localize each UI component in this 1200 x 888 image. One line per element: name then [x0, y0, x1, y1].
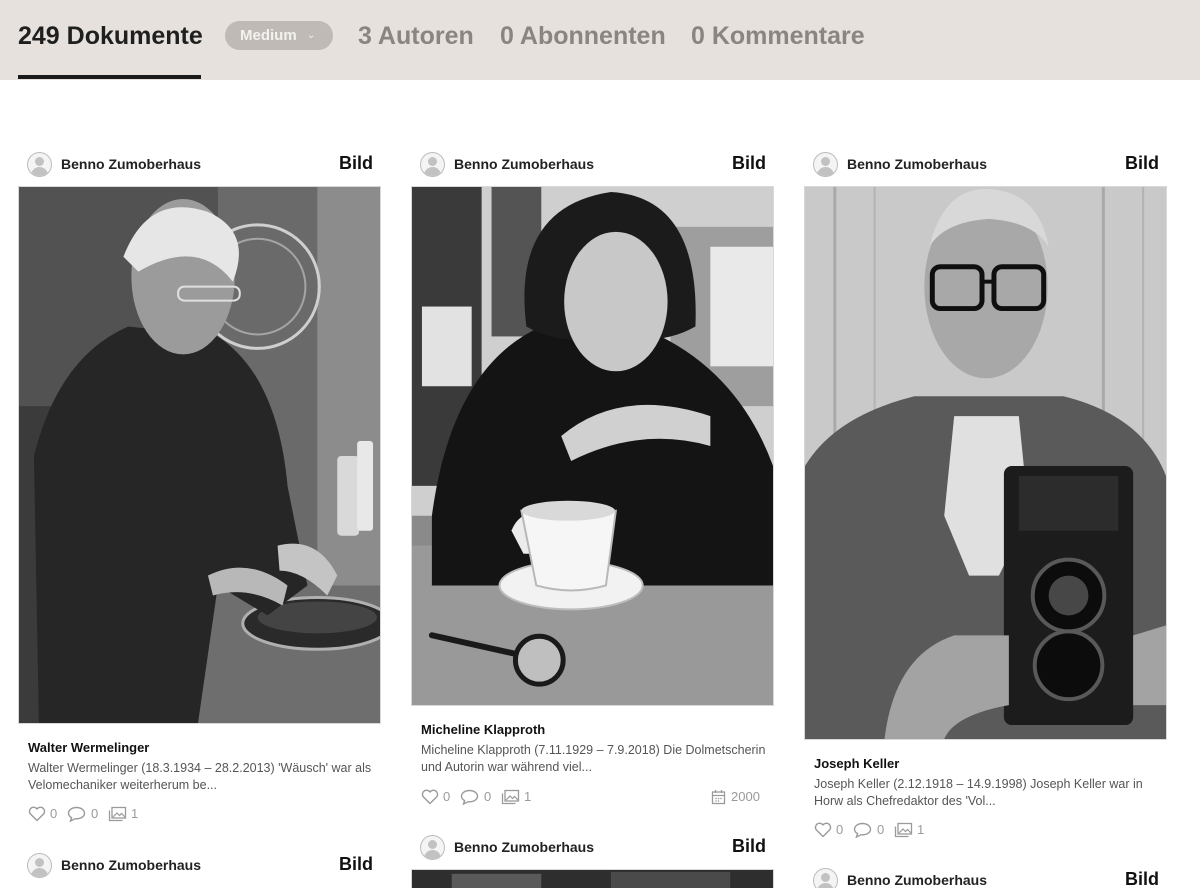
document-type-label: Bild [732, 153, 766, 173]
document-title[interactable]: Walter Wermelinger [28, 740, 149, 755]
author-name[interactable]: Benno Zumoberhaus [61, 857, 201, 873]
document-type-label: Bild [339, 854, 373, 874]
user-avatar-icon[interactable] [813, 152, 838, 177]
document-stats: 0 0 1 [28, 804, 373, 824]
document-image[interactable] [18, 186, 381, 724]
card-header: Benno Zumoberhaus Bild [804, 151, 1167, 179]
image-count: 1 [524, 789, 532, 804]
image-count: 1 [131, 806, 139, 821]
like-count: 0 [836, 822, 844, 837]
user-avatar-icon[interactable] [27, 152, 52, 177]
document-description: Micheline Klapproth (7.11.1929 – 7.9.201… [421, 743, 766, 774]
document-description: Walter Wermelinger (18.3.1934 – 28.2.201… [28, 761, 372, 792]
document-type-label: Bild [1125, 869, 1159, 888]
comment-bubble-icon [853, 822, 872, 838]
like-count: 0 [443, 789, 451, 804]
image-stack-icon [108, 806, 127, 822]
image-stack-icon [501, 789, 520, 805]
user-avatar-icon[interactable] [27, 853, 52, 878]
document-type-label: Bild [732, 836, 766, 856]
document-image[interactable] [411, 186, 774, 706]
author-name[interactable]: Benno Zumoberhaus [454, 839, 594, 855]
document-type-label: Bild [339, 153, 373, 173]
document-title[interactable]: Joseph Keller [814, 756, 899, 771]
user-avatar-icon[interactable] [813, 868, 838, 888]
author-name[interactable]: Benno Zumoberhaus [847, 872, 987, 888]
comment-count: 0 [484, 789, 492, 804]
document-type-label: Bild [1125, 153, 1159, 173]
year-value: 2000 [731, 789, 760, 804]
document-year: 2000 [711, 787, 766, 807]
document-column: Benno Zumoberhaus Bild Joseph Keller Jos… [804, 0, 1167, 888]
comment-bubble-icon [460, 789, 479, 805]
user-avatar-icon[interactable] [420, 835, 445, 860]
user-avatar-icon[interactable] [420, 152, 445, 177]
image-stack-icon [894, 822, 913, 838]
document-column: Benno Zumoberhaus Bild Micheline Klappro… [411, 0, 774, 888]
author-name[interactable]: Benno Zumoberhaus [847, 156, 987, 172]
document-description: Joseph Keller (2.12.1918 – 14.9.1998) Jo… [814, 777, 1143, 808]
author-name[interactable]: Benno Zumoberhaus [61, 156, 201, 172]
card-header: Benno Zumoberhaus Bild [411, 834, 774, 862]
calendar-icon [711, 790, 726, 805]
document-image[interactable] [804, 186, 1167, 740]
author-name[interactable]: Benno Zumoberhaus [454, 156, 594, 172]
document-stats: 0 0 1 [814, 820, 1159, 840]
heart-icon [28, 806, 46, 822]
document-stats: 0 0 1 2000 [421, 787, 766, 807]
card-header: Benno Zumoberhaus Bild [411, 151, 774, 179]
comment-count: 0 [877, 822, 885, 837]
card-header: Benno Zumoberhaus Bild [18, 852, 381, 880]
document-title[interactable]: Micheline Klapproth [421, 722, 545, 737]
heart-icon [814, 822, 832, 838]
card-header: Benno Zumoberhaus Bild [18, 151, 381, 179]
heart-icon [421, 789, 439, 805]
comment-bubble-icon [67, 806, 86, 822]
image-count: 1 [917, 822, 925, 837]
comment-count: 0 [91, 806, 99, 821]
like-count: 0 [50, 806, 58, 821]
document-column: Benno Zumoberhaus Bild Walter Wermelinge… [18, 0, 381, 888]
card-header: Benno Zumoberhaus Bild [804, 867, 1167, 888]
document-image[interactable] [411, 869, 774, 888]
